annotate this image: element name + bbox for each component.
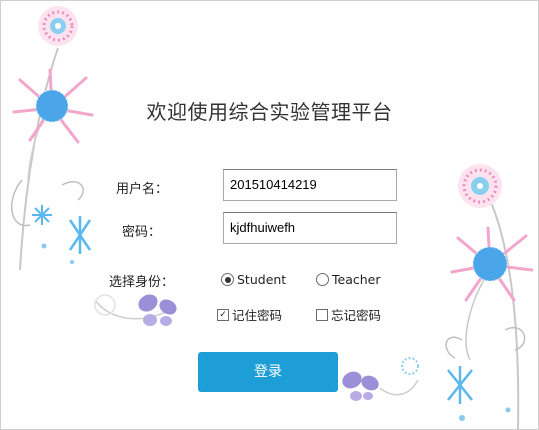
radio-student[interactable]: Student: [221, 272, 286, 287]
checkbox-unchecked-icon: [316, 308, 328, 321]
role-label: 选择身份：: [109, 275, 175, 290]
forgot-password-label: 忘记密码: [331, 308, 382, 323]
remember-password-checkbox[interactable]: ✓ 记住密码: [217, 305, 282, 324]
pink-dotted-flower-icon: [458, 164, 502, 208]
purple-butterfly-icon: [342, 371, 379, 401]
radio-teacher-label: Teacher: [332, 272, 381, 287]
password-label: 密码：: [122, 225, 162, 240]
blue-star-icon: [32, 205, 52, 225]
radio-selected-icon: [221, 273, 234, 286]
checkbox-checked-icon: ✓: [217, 308, 229, 321]
pink-dotted-flower-icon: [38, 6, 78, 46]
radio-teacher[interactable]: Teacher: [316, 272, 381, 287]
radio-student-label: Student: [237, 272, 287, 287]
username-label: 用户名：: [116, 182, 169, 197]
blue-checkered-flower-icon: [450, 226, 534, 302]
purple-butterfly-icon: [138, 294, 177, 326]
radio-unselected-icon: [316, 273, 329, 286]
login-button[interactable]: 登录: [198, 352, 338, 392]
password-input[interactable]: kjdfhuiwefh: [223, 212, 397, 244]
remember-password-label: 记住密码: [232, 308, 283, 323]
username-input[interactable]: 201510414219: [223, 169, 397, 201]
page-title: 欢迎使用综合实验管理平台: [146, 100, 393, 124]
forgot-password-checkbox[interactable]: 忘记密码: [316, 305, 381, 324]
